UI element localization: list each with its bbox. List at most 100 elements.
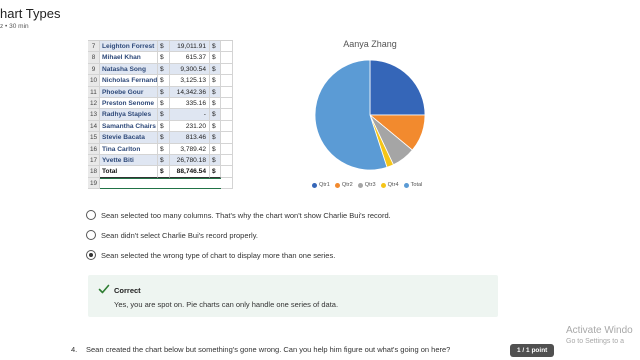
feedback-title: Correct xyxy=(114,286,141,295)
points-badge: 1 / 1 point xyxy=(510,344,555,357)
spreadsheet-image: 7 Leighton Forrest $19,011.91 $8 Mihael Khan… xyxy=(88,40,233,189)
currency-cell: $ xyxy=(210,109,221,121)
activation-watermark: Activate Windo Go to Settings to a xyxy=(566,325,633,345)
spreadsheet-row: 12 Preston Senome $335.16 $ xyxy=(88,98,233,110)
row-number: 15 xyxy=(88,132,100,144)
legend-label: Total xyxy=(410,182,423,188)
currency-cell: $ xyxy=(210,63,221,76)
currency-cell: $ xyxy=(158,109,170,121)
answer-option-label: Sean didn't select Charlie Bui's record … xyxy=(101,230,258,240)
currency-cell: $ xyxy=(210,155,221,167)
value-cell xyxy=(170,177,210,189)
answer-option-1[interactable]: Sean selected too many columns. That's w… xyxy=(86,208,391,222)
legend-label: Qtr2 xyxy=(341,182,353,188)
spreadsheet-row: 16 Tina Carlton $3,789.42 $ xyxy=(88,143,233,155)
row-number: 8 xyxy=(88,52,100,64)
legend-item: Qtr1 xyxy=(312,180,330,190)
radio-button[interactable] xyxy=(86,210,96,220)
legend-label: Qtr3 xyxy=(364,182,376,188)
legend-item: Qtr2 xyxy=(334,180,353,190)
empty-cell xyxy=(221,177,233,189)
legend-marker xyxy=(357,182,363,188)
currency-cell: $ xyxy=(158,155,170,167)
legend-marker xyxy=(334,182,340,188)
spreadsheet-row: 8 Mihael Khan $615.37 $ xyxy=(88,52,233,64)
empty-cell xyxy=(221,52,233,64)
spreadsheet-row: 13 Radhya Staples $ - $ xyxy=(88,109,233,121)
feedback-text: Yes, you are spot on. Pie charts can onl… xyxy=(114,300,339,309)
value-cell: - xyxy=(170,109,210,121)
empty-cell xyxy=(221,75,233,87)
name-cell: Stevie Bacata xyxy=(100,132,158,144)
currency-cell: $ xyxy=(210,143,221,155)
currency-cell: $ xyxy=(158,63,170,76)
row-number: 16 xyxy=(88,143,100,155)
currency-cell: $ xyxy=(210,166,221,178)
currency-cell: $ xyxy=(158,86,170,98)
name-cell: Phoebe Gour xyxy=(100,86,158,98)
empty-cell xyxy=(221,109,233,121)
chart-title: Aanya Zhang xyxy=(343,39,397,49)
page-subtitle: z • 30 min xyxy=(0,23,29,30)
currency-cell: $ xyxy=(158,41,170,53)
currency-cell xyxy=(210,177,221,189)
page-header: hart Types z • 30 min xyxy=(0,0,640,36)
check-icon xyxy=(98,284,110,294)
name-cell: Preston Senome xyxy=(100,98,158,110)
legend-item: Qtr3 xyxy=(357,180,376,190)
question-number: 4. xyxy=(71,345,78,354)
spreadsheet-row: 14 Samantha Chairs $231.20 $ xyxy=(88,120,233,133)
pie-chart: Aanya Zhang xyxy=(300,36,440,196)
row-number: 17 xyxy=(88,155,100,167)
value-cell: 231.20 xyxy=(170,120,210,133)
value-cell: 14,342.36 xyxy=(170,86,210,98)
currency-cell: $ xyxy=(158,143,170,155)
row-number: 12 xyxy=(88,98,100,110)
currency-cell: $ xyxy=(210,86,221,98)
currency-cell: $ xyxy=(158,166,170,178)
value-cell: 3,125.13 xyxy=(170,75,210,87)
pie-chart-svg xyxy=(314,59,426,171)
radio-button[interactable] xyxy=(86,230,96,240)
currency-cell: $ xyxy=(210,120,221,133)
answer-option-label: Sean selected the wrong type of chart to… xyxy=(101,250,336,260)
name-cell: Total xyxy=(100,166,158,178)
currency-cell: $ xyxy=(210,41,221,53)
spreadsheet-row: 7 Leighton Forrest $19,011.91 $ xyxy=(88,41,233,53)
value-cell: 813.46 xyxy=(170,132,210,144)
pie-slice-qtr1 xyxy=(369,59,426,116)
answer-option-label: Sean selected too many columns. That's w… xyxy=(101,210,391,220)
answer-option-2[interactable]: Sean didn't select Charlie Bui's record … xyxy=(86,228,258,242)
name-cell: Samantha Chairs xyxy=(100,120,158,133)
answer-option-3[interactable]: Sean selected the wrong type of chart to… xyxy=(86,248,335,262)
name-cell: Leighton Forrest xyxy=(100,41,158,53)
question-text: Sean created the chart below but somethi… xyxy=(86,345,451,354)
name-cell: Mihael Khan xyxy=(100,52,158,64)
empty-cell xyxy=(221,41,233,53)
legend-item: Qtr4 xyxy=(380,180,399,190)
currency-cell: $ xyxy=(158,98,170,110)
name-cell: Tina Carlton xyxy=(100,143,158,155)
empty-cell xyxy=(221,120,233,133)
empty-cell xyxy=(221,132,233,144)
currency-cell xyxy=(158,177,170,189)
legend-marker xyxy=(403,182,409,188)
currency-cell: $ xyxy=(210,98,221,110)
value-cell: 88,746.54 xyxy=(170,166,210,178)
row-number: 19 xyxy=(88,177,100,189)
legend-label: Qtr4 xyxy=(387,182,399,188)
empty-cell xyxy=(221,63,233,76)
value-cell: 9,300.54 xyxy=(170,63,210,76)
page-title: hart Types xyxy=(0,6,61,21)
name-cell: Yvette Biti xyxy=(100,155,158,167)
value-cell: 26,780.18 xyxy=(170,155,210,167)
currency-cell: $ xyxy=(210,75,221,87)
spreadsheet-row: 15 Stevie Bacata $813.46 $ xyxy=(88,132,233,144)
spreadsheet-row: 18 Total $88,746.54 $ xyxy=(88,166,233,178)
activation-title: Activate Windo xyxy=(566,325,633,336)
row-number: 10 xyxy=(88,75,100,87)
radio-button[interactable] xyxy=(86,250,96,260)
currency-cell: $ xyxy=(158,52,170,64)
spreadsheet-row: 10Nicholas Fernandez$3,125.13$ xyxy=(88,75,233,87)
row-number: 13 xyxy=(88,109,100,121)
